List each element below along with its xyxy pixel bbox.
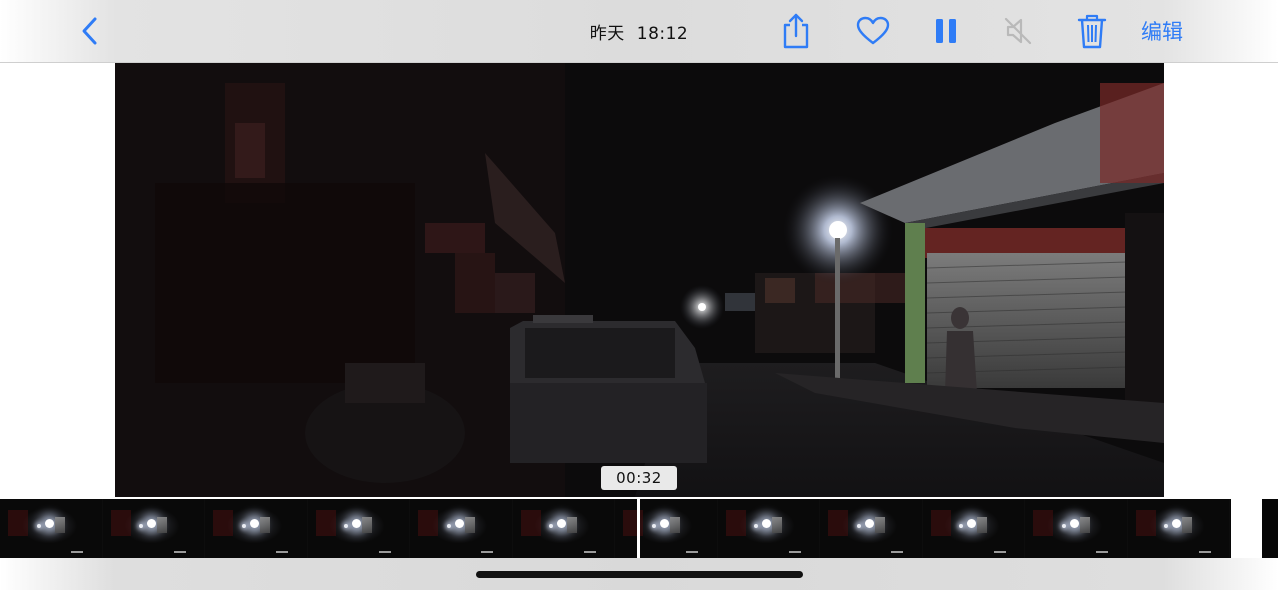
filmstrip-frame (410, 499, 513, 558)
filmstrip-frame (922, 499, 1025, 558)
filmstrip-frame (1025, 499, 1128, 558)
speaker-muted-icon (1004, 17, 1032, 45)
video-player[interactable] (115, 63, 1164, 497)
playback-time-badge: 00:32 (601, 466, 677, 490)
filmstrip-frame (820, 499, 923, 558)
delete-button[interactable] (1072, 10, 1112, 52)
mute-button[interactable] (998, 10, 1038, 52)
filmstrip-scrubber[interactable] (0, 499, 1231, 558)
filmstrip-frame (205, 499, 308, 558)
pause-icon (936, 19, 956, 43)
trash-icon (1077, 14, 1107, 49)
favorite-button[interactable] (853, 10, 893, 52)
filmstrip-frame (307, 499, 410, 558)
filmstrip-playhead[interactable] (637, 499, 640, 558)
filmstrip-frame (1127, 499, 1230, 558)
date-label: 昨天 (589, 24, 625, 44)
home-indicator[interactable] (476, 571, 803, 578)
pause-button[interactable] (926, 10, 966, 52)
back-button[interactable] (72, 13, 108, 49)
time-label: 18:12 (636, 24, 689, 44)
heart-icon (856, 16, 890, 45)
filmstrip-frame (512, 499, 615, 558)
filmstrip-next-clip[interactable] (1262, 499, 1278, 558)
filmstrip-frame (0, 499, 103, 558)
edit-button[interactable]: 编辑 (1132, 16, 1192, 46)
filmstrip-frame (102, 499, 205, 558)
top-navigation-bar: 昨天 18:12 编辑 (0, 0, 1278, 63)
filmstrip-frame (615, 499, 718, 558)
video-viewer-screen: 昨天 18:12 编辑 00:32 (0, 0, 1278, 590)
share-icon (783, 13, 809, 49)
filmstrip-frame (717, 499, 820, 558)
share-button[interactable] (776, 10, 816, 52)
media-timestamp-title: 昨天 18:12 (539, 19, 739, 45)
chevron-left-icon (82, 17, 97, 45)
video-frame (115, 63, 1164, 497)
